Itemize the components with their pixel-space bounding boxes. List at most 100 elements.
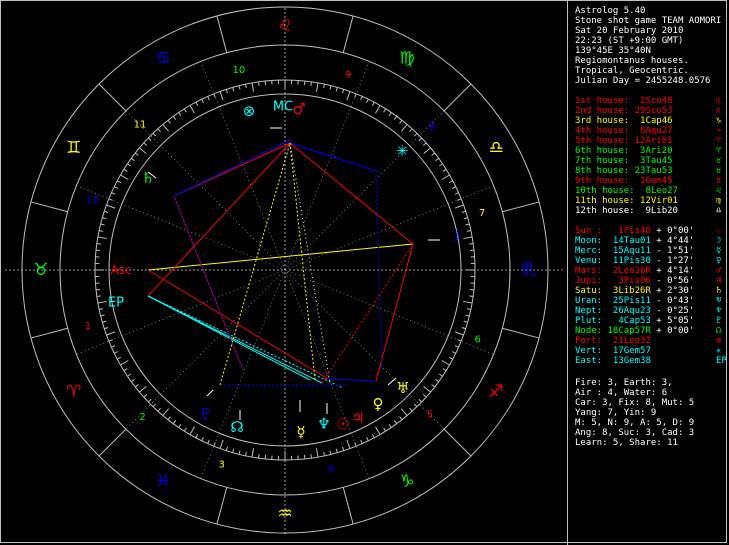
house-cusp-value: 2Sco48 (629, 96, 673, 106)
degree-tick (442, 168, 447, 172)
degree-tick (422, 142, 427, 146)
planet-glyph-icon: ♅ (396, 379, 409, 397)
planet-glyph-icon: ✳ (716, 346, 722, 356)
degree-tick (111, 345, 116, 348)
degree-tick (123, 168, 128, 172)
planet-position: 15Aqu11 (602, 246, 651, 256)
planet-name: Uran: (575, 296, 603, 306)
planet-position: 18Cap57R (602, 326, 651, 336)
planet-name: Mars: (575, 266, 603, 276)
house-cusp-row: 8th house: 23Tau53 (575, 166, 673, 176)
planet-speed: + 0°00' (650, 326, 695, 336)
house-cusp-value: 29Sco53 (629, 106, 673, 116)
planet-name: East: (575, 356, 603, 366)
aspect-line (321, 243, 414, 384)
planet-position: 3Pis06 (602, 276, 651, 286)
house-cusp-value: 3Tau45 (629, 156, 673, 166)
aspect-line (327, 378, 377, 382)
planet-position: 21Leo32 (602, 336, 651, 346)
house-sign-icon: ♌ (716, 186, 722, 196)
degree-tick (189, 105, 195, 114)
planet-glyph-icon: ☊ (230, 418, 243, 436)
planet-speed (651, 356, 656, 366)
house-label: 5th house: (575, 136, 630, 146)
degree-tick (413, 132, 418, 137)
planet-row: Vert: 17Gem57 (575, 346, 656, 356)
sign-divider (342, 487, 354, 525)
planet-glyph-icon: ♂ (716, 266, 722, 276)
house-cusp-row: 7th house: 3Tau45 (575, 156, 673, 166)
planet-glyph-icon: ☿ (296, 423, 305, 441)
house-label: 3rd house: (575, 116, 630, 126)
house-cusp-row: 4th house: 8Aqu27 (575, 126, 673, 136)
degree-tick (469, 243, 474, 245)
degree-tick (463, 236, 473, 240)
house-cusp-row: 1st house: 2Sco48 (575, 96, 673, 106)
house-number-label: 7 (479, 208, 485, 219)
house-cusp-value: 1Cap46 (629, 116, 673, 126)
degree-tick (96, 295, 101, 297)
aspect-line (147, 142, 291, 297)
degree-tick (207, 96, 210, 101)
degree-tick (178, 423, 182, 428)
degree-tick (441, 174, 450, 180)
planet-row: Nept: 26Aqu23 - 0°25' (575, 306, 694, 316)
house-cusp-value: 8Aqu27 (629, 126, 673, 136)
degree-tick (393, 115, 398, 120)
house-cusp-row: 9th house: 1Gem45 (575, 176, 673, 186)
polarity-count: Yang: 7, Yin: 9 (575, 408, 657, 418)
degree-tick (127, 373, 132, 377)
degree-tick (310, 454, 312, 459)
degree-tick (127, 163, 132, 167)
degree-tick (431, 384, 436, 388)
degree-tick (442, 368, 447, 372)
degree-tick (451, 351, 456, 354)
degree-tick (375, 105, 381, 114)
planet-glyph-icon: EP (716, 356, 727, 366)
degree-tick (178, 112, 182, 117)
sign-divider (98, 428, 127, 457)
degree-tick (139, 147, 147, 155)
ascendant-label: Asc (110, 263, 131, 277)
chart-time: 22:23 (ST +9:00 GMT) (575, 36, 684, 46)
zodiac-sign-icon: ♍ (399, 49, 414, 69)
aspect-line (147, 295, 323, 384)
degree-tick (96, 243, 101, 245)
degree-tick (134, 152, 139, 156)
degree-tick (441, 360, 450, 366)
aspect-line (289, 142, 377, 172)
planet-speed: - 1°27' (650, 256, 695, 266)
degree-tick (183, 427, 187, 432)
house-number-label: 10 (233, 65, 246, 76)
sign-divider (443, 428, 472, 457)
house-sign-icon: ♎ (716, 206, 722, 216)
degree-tick (393, 420, 398, 425)
planet-position: 14Tau01 (602, 236, 651, 246)
house-sign-icon: ♈ (716, 136, 722, 146)
planet-glyph-icon: ♆ (716, 306, 722, 316)
degree-tick (454, 331, 464, 336)
degree-tick (463, 320, 468, 323)
degree-tick (448, 356, 453, 360)
house-cusp-value: 8Leo27 (634, 186, 678, 196)
degree-tick (258, 454, 260, 459)
degree-tick (245, 451, 247, 456)
degree-tick (399, 119, 403, 124)
house-number-label: 12 (86, 194, 99, 205)
house-cusp-row: 11th house: 12Vir01 (575, 196, 678, 206)
planet-speed: + 2°30' (650, 286, 695, 296)
degree-tick (225, 446, 228, 451)
degree-tick (167, 416, 171, 421)
planet-name: Venu: (575, 256, 603, 266)
degree-tick (157, 128, 161, 133)
house-cusp-value: 23Tau53 (629, 166, 673, 176)
zodiac-sign-icon: ♐ (489, 382, 504, 402)
zodiac-sign-icon: ♋ (155, 49, 170, 69)
degree-tick (371, 433, 375, 438)
degree-tick (454, 192, 459, 195)
planet-position: 13Gem38 (602, 356, 651, 366)
degree-tick (310, 81, 312, 86)
aspect-line (289, 142, 331, 384)
program-title: Astrolog 5.40 (575, 6, 646, 16)
house-sign-icon: ♉ (716, 156, 722, 166)
